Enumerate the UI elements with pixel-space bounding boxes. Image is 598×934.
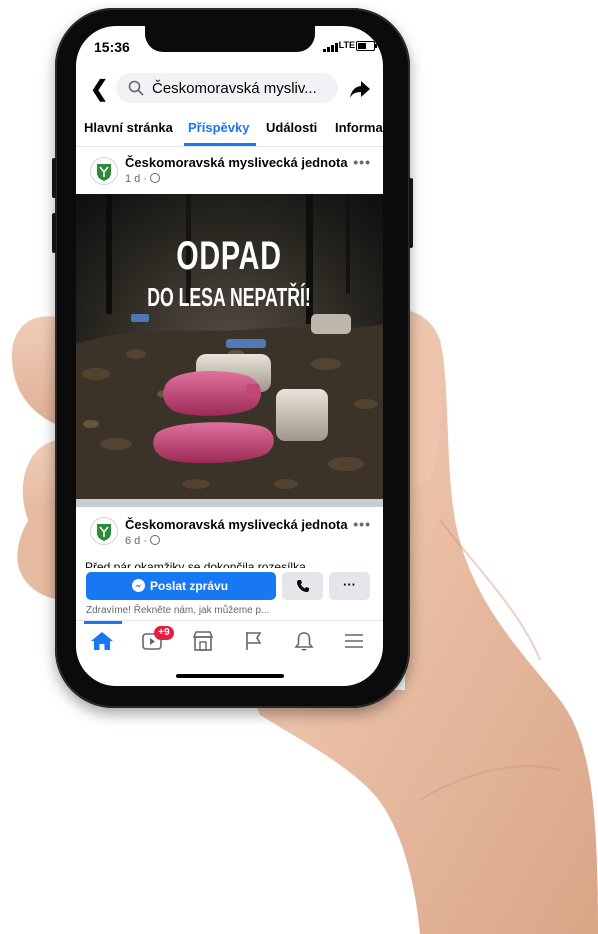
post-author-2[interactable]: Českomoravská myslivecká jednota <box>125 517 348 532</box>
post-header: Českomoravská myslivecká jednota 1 d · •… <box>76 147 383 194</box>
nav-active-indicator <box>84 621 122 624</box>
menu-icon[interactable] <box>344 631 364 651</box>
home-icon[interactable] <box>90 631 114 651</box>
back-chevron-icon[interactable]: ❮ <box>90 78 108 100</box>
image-headline: ODPAD <box>176 233 281 278</box>
home-indicator <box>176 674 284 678</box>
network-label: LTE <box>338 40 355 50</box>
post-meta: 1 d · <box>125 173 161 185</box>
video-badge: +9 <box>154 626 174 640</box>
feed-separator <box>76 499 383 507</box>
search-row: ❮ Českomoravská mysliv... <box>76 70 383 110</box>
pages-flag-icon[interactable] <box>244 631 264 651</box>
post-options-button-2[interactable]: ••• <box>353 516 371 532</box>
battery-icon <box>356 41 377 51</box>
more-actions-button[interactable]: ··· <box>329 572 370 600</box>
tab-info[interactable]: Informa <box>335 120 383 135</box>
greeting-text: Zdravíme! Řekněte nám, jak můžeme p... <box>86 605 270 616</box>
call-button[interactable] <box>282 572 323 600</box>
logo-icon-2 <box>97 524 111 541</box>
share-icon[interactable] <box>349 78 371 100</box>
phone-screen: 15:36 LTE ❮ Českomoravská mysliv... Hlav… <box>76 26 383 686</box>
messenger-icon <box>132 579 145 592</box>
phone-notch <box>145 26 315 52</box>
search-input[interactable]: Českomoravská mysliv... <box>116 73 338 103</box>
forest-trash-photo: ODPAD DO LESA NEPATŘÍ! <box>76 194 383 499</box>
post-time-2: 6 d · <box>125 535 148 547</box>
marketplace-icon[interactable] <box>192 631 214 651</box>
page-logo-avatar[interactable] <box>90 157 118 185</box>
send-message-button[interactable]: Poslat zprávu <box>86 572 276 600</box>
search-icon <box>128 80 144 96</box>
tab-events[interactable]: Události <box>266 120 317 135</box>
post-meta-2: 6 d · <box>125 535 161 547</box>
post-options-button[interactable]: ••• <box>353 154 371 170</box>
post-time: 1 d · <box>125 173 148 185</box>
bottom-nav: +9 <box>76 620 383 661</box>
page-logo-avatar-2[interactable] <box>90 517 118 545</box>
post-header-2: Českomoravská myslivecká jednota 6 d · •… <box>76 507 383 567</box>
notifications-bell-icon[interactable] <box>294 631 314 651</box>
post-image[interactable]: ODPAD DO LESA NEPATŘÍ! <box>76 194 383 499</box>
image-subheadline: DO LESA NEPATŘÍ! <box>147 283 311 312</box>
globe-icon-2 <box>150 535 161 545</box>
active-tab-indicator <box>184 143 256 146</box>
send-message-label: Poslat zprávu <box>150 579 229 593</box>
tab-home[interactable]: Hlavní stránka <box>84 120 173 135</box>
logo-icon <box>97 164 111 181</box>
tab-posts[interactable]: Příspěvky <box>188 120 249 135</box>
phone-icon <box>297 580 309 592</box>
globe-icon <box>150 173 161 183</box>
search-query: Českomoravská mysliv... <box>152 80 317 97</box>
page-action-bar: Poslat zprávu ··· Zdravíme! Řekněte nám,… <box>76 568 383 620</box>
post-author[interactable]: Českomoravská myslivecká jednota <box>125 155 348 170</box>
status-time: 15:36 <box>94 39 130 55</box>
